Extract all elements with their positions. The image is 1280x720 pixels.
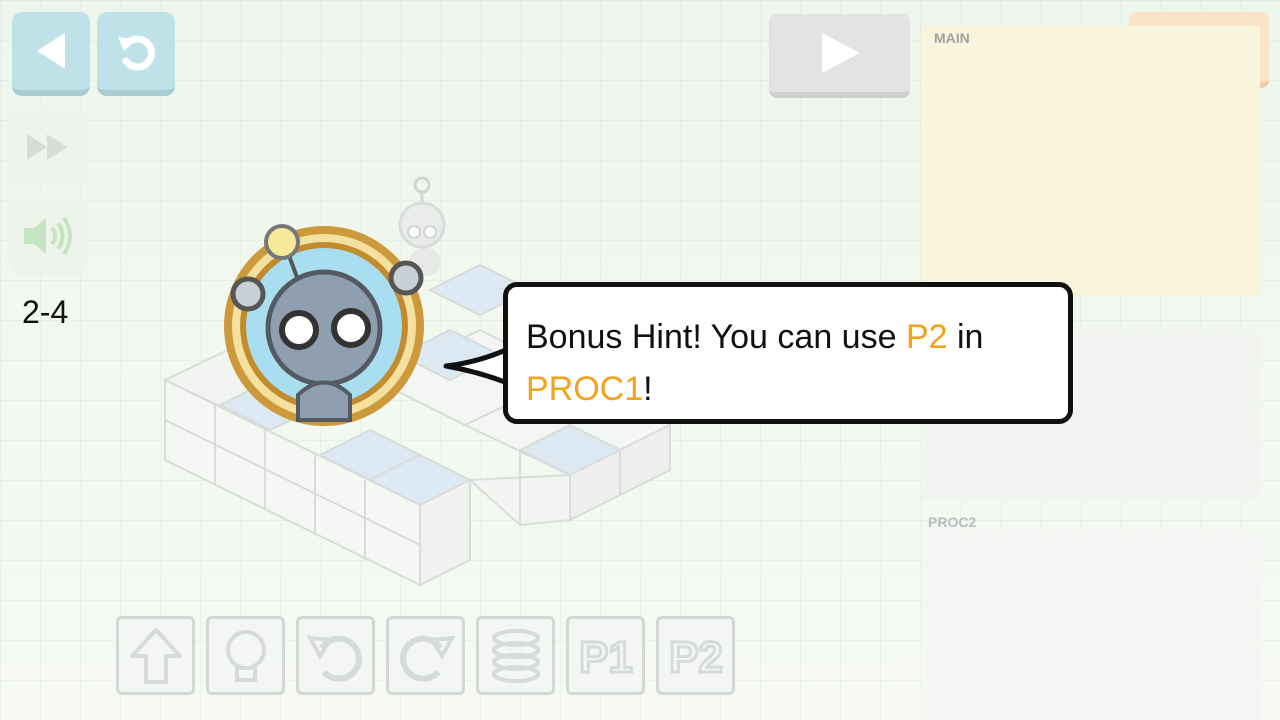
p1-command[interactable]: P1 [566, 616, 645, 695]
proc2-panel-label: PROC2 [928, 514, 977, 530]
fast-forward-icon [27, 134, 67, 160]
main-program-panel[interactable] [922, 26, 1260, 296]
jump-command[interactable] [476, 616, 555, 695]
reset-button[interactable] [97, 12, 175, 96]
rotate-right-icon [399, 635, 456, 682]
up-arrow-icon [129, 627, 182, 684]
hint-highlight-proc1: PROC1 [526, 370, 644, 408]
hint-text-3: ! [643, 370, 653, 408]
speaker-icon [24, 216, 72, 256]
play-button[interactable] [769, 14, 910, 98]
back-button[interactable] [12, 12, 90, 96]
turn-left-command[interactable] [296, 616, 375, 695]
p2-command[interactable]: P2 [656, 616, 735, 695]
spring-icon [491, 628, 540, 683]
speed-button[interactable] [9, 108, 87, 186]
proc2-program-panel[interactable] [922, 530, 1260, 720]
turn-right-command[interactable] [386, 616, 465, 695]
robot-avatar [224, 224, 424, 426]
hint-highlight-p2: P2 [905, 318, 948, 356]
p2-icon: P2 [667, 631, 724, 683]
hint-text-1: Bonus Hint! You can use [526, 318, 906, 356]
p1-icon: P1 [577, 631, 634, 683]
forward-command[interactable] [116, 616, 195, 695]
triangle-left-icon [37, 33, 65, 69]
lightbulb-icon [225, 629, 266, 682]
light-command[interactable] [206, 616, 285, 695]
command-toolbar: P1 P2 [116, 616, 735, 696]
svg-text:P1: P1 [579, 633, 633, 682]
play-icon [821, 33, 860, 73]
main-panel-label: MAIN [922, 26, 982, 48]
hint-text-2: in [947, 318, 984, 356]
hint-speech-bubble: Bonus Hint! You can use P2 in PROC1! [503, 282, 1073, 424]
level-label: 2-4 [22, 294, 69, 330]
undo-icon [118, 35, 155, 71]
sound-button[interactable] [9, 197, 87, 275]
svg-text:P2: P2 [669, 633, 723, 682]
rotate-left-icon [305, 635, 362, 682]
